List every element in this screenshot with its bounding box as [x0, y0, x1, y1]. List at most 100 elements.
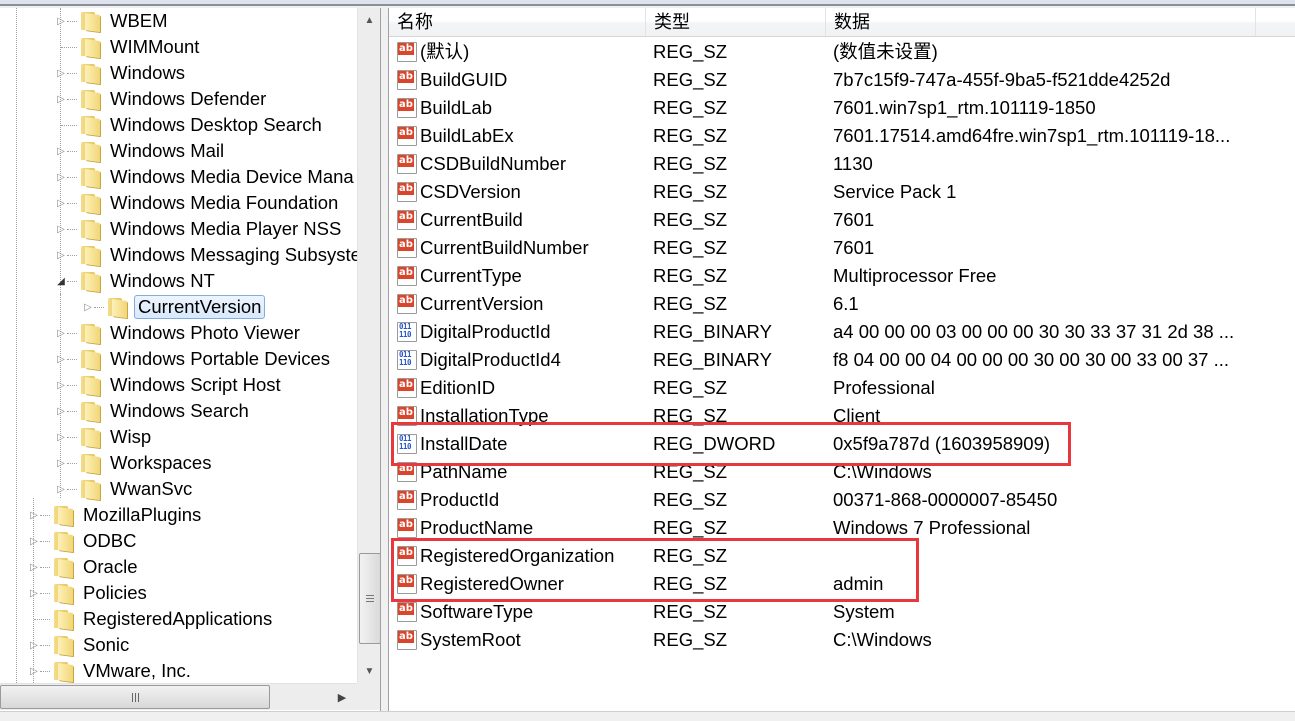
value-type: REG_SZ [653, 573, 728, 594]
registry-value-row[interactable]: 011 110 InstallDate REG_DWORD 0x5f9a787d (16… [389, 430, 1295, 458]
expand-arrow-icon[interactable]: ▷ [55, 372, 67, 398]
registry-value-row[interactable]: ab CSDBuildNumber REG_SZ 1130 [389, 150, 1295, 178]
string-value-icon: ab [397, 210, 417, 230]
expand-arrow-icon[interactable]: ▷ [55, 190, 67, 216]
string-value-icon: ab [397, 70, 417, 90]
scroll-up-arrow-icon[interactable]: ▲ [358, 8, 380, 32]
registry-value-row[interactable]: 011 110 DigitalProductId REG_BINARY a4 00 00… [389, 318, 1295, 346]
tree-vertical-scrollbar[interactable]: ▲ ▼ [357, 8, 380, 683]
tree-item[interactable]: ▷ Windows Defender [55, 86, 269, 112]
tree-item[interactable]: ▷ WBEM [55, 8, 171, 34]
tree-item[interactable]: ▷ Windows Media Player NSS [55, 216, 344, 242]
registry-value-row[interactable]: ab BuildLabEx REG_SZ 7601.17514.amd64fre.wi… [389, 122, 1295, 150]
tree-item[interactable]: WIMMount [55, 34, 202, 60]
expand-arrow-icon[interactable]: ▷ [55, 8, 67, 34]
tree-item[interactable]: ▷ Wisp [55, 424, 154, 450]
registry-value-row[interactable]: ab CurrentBuild REG_SZ 7601 [389, 206, 1295, 234]
tree-item[interactable]: ▷ Windows Media Device Mana [55, 164, 357, 190]
registry-value-row[interactable]: ab SystemRoot REG_SZ C:\Windows [389, 626, 1295, 654]
expand-arrow-icon[interactable]: ▷ [28, 658, 40, 683]
tree-item[interactable]: ▷ Windows Messaging Subsyste [55, 242, 357, 268]
expand-arrow-icon[interactable]: ▷ [28, 580, 40, 606]
expand-arrow-icon[interactable]: ▷ [55, 398, 67, 424]
tree-item[interactable]: ▷ Windows Media Foundation [55, 190, 341, 216]
expand-arrow-icon[interactable]: ▷ [28, 502, 40, 528]
tree-item[interactable]: ▷ MozillaPlugins [28, 502, 204, 528]
registry-value-row[interactable]: ab CSDVersion REG_SZ Service Pack 1 [389, 178, 1295, 206]
expand-arrow-icon[interactable]: ▷ [28, 632, 40, 658]
tree-item[interactable]: ▷ Oracle [28, 554, 141, 580]
registry-value-row[interactable]: ab CurrentVersion REG_SZ 6.1 [389, 290, 1295, 318]
tree-item[interactable]: ▷ Windows Portable Devices [55, 346, 333, 372]
expand-arrow-icon[interactable]: ▷ [55, 476, 67, 502]
vertical-scroll-thumb[interactable] [359, 553, 380, 644]
tree-connector [40, 670, 50, 672]
value-name: SoftwareType [420, 601, 534, 622]
expand-arrow-icon[interactable]: ▷ [55, 242, 67, 268]
registry-value-row[interactable]: ab CurrentType REG_SZ Multiprocessor Free [389, 262, 1295, 290]
value-type: REG_SZ [653, 125, 728, 146]
registry-value-row[interactable]: ab SoftwareType REG_SZ System [389, 598, 1295, 626]
registry-value-row[interactable]: ab BuildGUID REG_SZ 7b7c15f9-747a-455f-9ba5… [389, 66, 1295, 94]
expand-arrow-icon[interactable]: ▷ [55, 450, 67, 476]
tree-item[interactable]: ▷ Windows Search [55, 398, 252, 424]
horizontal-scroll-thumb[interactable] [0, 685, 270, 709]
value-type: REG_SZ [653, 405, 728, 426]
column-header-type[interactable]: 类型 [646, 8, 826, 36]
value-type: REG_SZ [653, 237, 728, 258]
expand-arrow-icon[interactable]: ▷ [82, 294, 94, 320]
expand-arrow-icon[interactable]: ▷ [55, 216, 67, 242]
tree-item[interactable]: ▷ VMware, Inc. [28, 658, 194, 683]
expand-arrow-icon[interactable]: ▷ [55, 138, 67, 164]
tree-item[interactable]: ▷ Windows Mail [55, 138, 227, 164]
tree-item[interactable]: ▷ WwanSvc [55, 476, 195, 502]
column-header-name[interactable]: 名称 [389, 8, 646, 36]
tree-item[interactable]: ▷ Sonic [28, 632, 132, 658]
registry-values-list[interactable]: 名称 类型 数据 ab (默认) REG_SZ (数值未设置) ab BuildGUID R… [388, 8, 1295, 711]
registry-value-row[interactable]: ab BuildLab REG_SZ 7601.win7sp1_rtm.101119-… [389, 94, 1295, 122]
registry-value-row[interactable]: ab RegisteredOwner REG_SZ admin [389, 570, 1295, 598]
tree-item[interactable]: ▷ Windows [55, 60, 188, 86]
tree-item[interactable]: ▷ Policies [28, 580, 150, 606]
value-name: EditionID [420, 377, 496, 398]
expand-arrow-icon[interactable]: ▷ [55, 346, 67, 372]
expand-arrow-icon[interactable]: ▷ [55, 320, 67, 346]
tree-item[interactable]: Windows Desktop Search [55, 112, 325, 138]
pane-splitter[interactable] [381, 8, 388, 711]
expand-arrow-icon[interactable]: ▷ [28, 554, 40, 580]
tree-connector [67, 254, 77, 256]
registry-value-row[interactable]: ab RegisteredOrganization REG_SZ [389, 542, 1295, 570]
registry-value-row[interactable]: 011 110 DigitalProductId4 REG_BINARY f8 04 0… [389, 346, 1295, 374]
tree-item[interactable]: ◢ Windows NT [55, 268, 218, 294]
expand-arrow-icon[interactable]: ▷ [55, 164, 67, 190]
value-name: BuildGUID [420, 69, 508, 90]
expand-arrow-icon[interactable]: ▷ [55, 424, 67, 450]
registry-value-row[interactable]: ab (默认) REG_SZ (数值未设置) [389, 38, 1295, 66]
collapse-arrow-icon[interactable]: ◢ [55, 268, 67, 294]
scroll-down-arrow-icon[interactable]: ▼ [358, 659, 380, 683]
tree-item[interactable]: ▷ ODBC [28, 528, 139, 554]
string-value-icon: ab [397, 126, 417, 146]
folder-icon [79, 193, 101, 215]
column-header-data[interactable]: 数据 [826, 8, 1256, 36]
registry-value-row[interactable]: ab ProductName REG_SZ Windows 7 Professiona… [389, 514, 1295, 542]
registry-value-row[interactable]: ab InstallationType REG_SZ Client [389, 402, 1295, 430]
registry-value-row[interactable]: ab PathName REG_SZ C:\Windows [389, 458, 1295, 486]
tree-item-label: WIMMount [110, 36, 200, 57]
tree-guide-line [16, 8, 17, 683]
tree-item[interactable]: ▷ Windows Script Host [55, 372, 284, 398]
expand-arrow-icon[interactable]: ▷ [28, 528, 40, 554]
expand-arrow-icon[interactable]: ▷ [55, 60, 67, 86]
expand-arrow-icon[interactable]: ▷ [55, 86, 67, 112]
registry-value-row[interactable]: ab ProductId REG_SZ 00371-868-0000007-85450 [389, 486, 1295, 514]
tree-item[interactable]: RegisteredApplications [28, 606, 275, 632]
registry-value-row[interactable]: ab CurrentBuildNumber REG_SZ 7601 [389, 234, 1295, 262]
tree-view[interactable]: ▷ WBEM WIMMount ▷ Windows ▷ Windows Defender Wi… [0, 8, 357, 683]
registry-value-row[interactable]: ab EditionID REG_SZ Professional [389, 374, 1295, 402]
tree-item[interactable]: ▷ Workspaces [55, 450, 214, 476]
scroll-right-arrow-icon[interactable]: ▶ [331, 684, 353, 710]
tree-horizontal-scrollbar[interactable]: ▶ [0, 683, 357, 710]
registry-key-tree[interactable]: ▷ WBEM WIMMount ▷ Windows ▷ Windows Defender Wi… [0, 8, 381, 711]
tree-item[interactable]: ▷ Windows Photo Viewer [55, 320, 303, 346]
tree-item[interactable]: ▷ CurrentVersion [82, 294, 266, 320]
